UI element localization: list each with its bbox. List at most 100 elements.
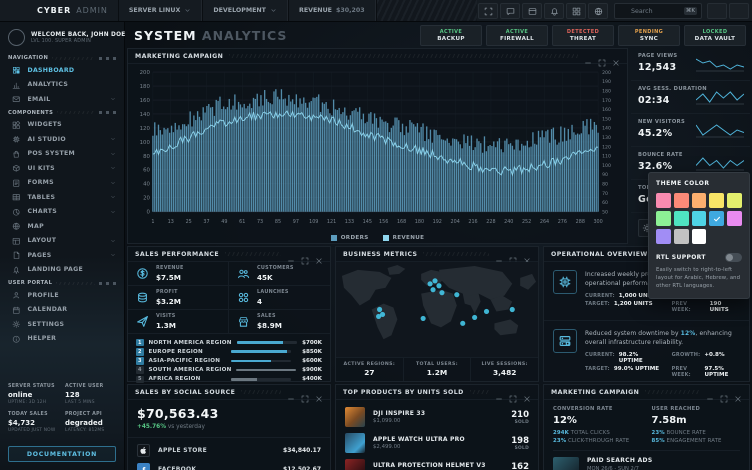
product-row-dji-inspire-33[interactable]: DJI INSPIRE 33$1,099.00210SOLD bbox=[345, 404, 529, 430]
section-divider bbox=[52, 57, 95, 60]
theme-swatch-6[interactable] bbox=[656, 211, 671, 226]
sp-stat-meta: LAUNCHES4 bbox=[257, 289, 289, 306]
region-row-asia-pacific-region[interactable]: 3ASIA-PACIFIC REGION$600K bbox=[136, 356, 322, 365]
sidebar-item-widgets[interactable]: WIDGETS bbox=[0, 118, 124, 133]
region-rank: 1 bbox=[136, 339, 144, 347]
documentation-button[interactable]: DOCUMENTATION bbox=[8, 446, 116, 462]
topbar-tab-development[interactable]: DEVELOPMENT bbox=[202, 0, 288, 21]
conversion-block: CONVERSION RATE 12% 294K TOTAL CLICKS 23… bbox=[553, 406, 642, 444]
sidebar-item-calendar[interactable]: CALENDAR bbox=[0, 303, 124, 318]
theme-swatch-10[interactable] bbox=[727, 211, 742, 226]
globe-button[interactable] bbox=[588, 3, 608, 19]
region-row-africa-region[interactable]: 5AFRICA REGION$400K bbox=[136, 375, 322, 384]
search-input[interactable]: Search ⌘K bbox=[614, 3, 702, 19]
expand-button[interactable] bbox=[720, 388, 728, 396]
region-row-south-america-region[interactable]: 4SOUTH AMERICA REGION$900K bbox=[136, 366, 322, 375]
badge-label: SYNC bbox=[640, 36, 658, 42]
social-row-apple-store[interactable]: APPLE STORE$34,840.17 bbox=[137, 441, 321, 460]
region-row-north-america-region[interactable]: 1NORTH AMERICA REGION$700K bbox=[136, 338, 322, 347]
legend-swatch bbox=[331, 235, 337, 241]
sidebar-item-email[interactable]: EMAIL bbox=[0, 92, 124, 107]
sidebar-item-ui-kits[interactable]: UI KITS bbox=[0, 161, 124, 176]
settings-button[interactable] bbox=[729, 3, 749, 19]
sidebar-item-settings[interactable]: SETTINGS bbox=[0, 317, 124, 332]
menu-icon[interactable] bbox=[0, 0, 18, 21]
minimize-button[interactable] bbox=[287, 388, 295, 396]
user-card[interactable]: WELCOME BACK, JOHN DOE LVL 100. SUPER AD… bbox=[0, 22, 124, 52]
region-name: SOUTH AMERICA REGION bbox=[149, 367, 232, 373]
window-button[interactable] bbox=[522, 3, 542, 19]
expand-button[interactable] bbox=[301, 388, 309, 396]
ops-stat-value: 99.0% UPTIME bbox=[614, 366, 659, 372]
campaign-row[interactable]: PAID SEARCH ADS MON 26/6 - SUN 2/7 bbox=[553, 450, 740, 470]
sidebar-item-layout[interactable]: LAYOUT bbox=[0, 234, 124, 249]
theme-swatch-4[interactable] bbox=[709, 193, 724, 208]
bell-button[interactable] bbox=[544, 3, 564, 19]
status-badge-threat[interactable]: DETECTEDTHREAT bbox=[552, 25, 614, 46]
status-badge-firewall[interactable]: ACTIVEFIREWALL bbox=[486, 25, 548, 46]
theme-swatch-11[interactable] bbox=[656, 229, 671, 244]
panel-header-texture bbox=[645, 390, 700, 394]
region-value: $850K bbox=[296, 349, 322, 355]
sidebar-item-forms[interactable]: FORMS bbox=[0, 176, 124, 191]
sidebar-item-profile[interactable]: PROFILE bbox=[0, 288, 124, 303]
sidebar-item-label: POS SYSTEM bbox=[28, 150, 104, 157]
chat-button[interactable] bbox=[500, 3, 520, 19]
sidebar-item-pos-system[interactable]: POS SYSTEM bbox=[0, 147, 124, 162]
bm-stat-value: 3,482 bbox=[493, 368, 516, 377]
minimize-button[interactable] bbox=[495, 250, 503, 258]
business-metrics-title: BUSINESS METRICS bbox=[336, 247, 538, 262]
sidebar-item-landing-page[interactable]: LANDING PAGE bbox=[0, 263, 124, 278]
theme-swatch-13[interactable] bbox=[692, 229, 707, 244]
rtl-toggle[interactable] bbox=[725, 253, 742, 262]
theme-swatch-5[interactable] bbox=[727, 193, 742, 208]
theme-swatch-2[interactable] bbox=[674, 193, 689, 208]
sidebar-item-ai-studio[interactable]: AI STUDIO bbox=[0, 132, 124, 147]
svg-text:140: 140 bbox=[602, 126, 611, 132]
product-row-ultra-protection-helmet-v3[interactable]: ULTRA PROTECTION HELMET V3$2,499.00162SO… bbox=[345, 456, 529, 470]
expand-button[interactable] bbox=[301, 250, 309, 258]
theme-swatch-9[interactable] bbox=[709, 211, 724, 226]
user-button[interactable] bbox=[707, 3, 727, 19]
minimize-button[interactable] bbox=[495, 388, 503, 396]
business-metrics-panel: BUSINESS METRICS ACTIVE REGIONS:27TOTAL … bbox=[335, 246, 539, 382]
close-button[interactable] bbox=[315, 388, 323, 396]
sidebar-item-analytics[interactable]: ANALYTICS bbox=[0, 78, 124, 93]
sidebar-item-tables[interactable]: TABLES bbox=[0, 190, 124, 205]
sidebar-item-helper[interactable]: HELPER bbox=[0, 332, 124, 347]
status-badge-backup[interactable]: ACTIVEBACKUP bbox=[420, 25, 482, 46]
theme-swatch-1[interactable] bbox=[656, 193, 671, 208]
sidebar-item-pages[interactable]: PAGES bbox=[0, 248, 124, 263]
minimize-button[interactable] bbox=[584, 52, 592, 60]
social-row-facebook[interactable]: fFACEBOOK$12,502.67 bbox=[137, 460, 321, 470]
region-row-europe-region[interactable]: 2EUROPE REGION$850K bbox=[136, 347, 322, 356]
expand-button[interactable] bbox=[509, 250, 517, 258]
status-badge-sync[interactable]: PENDINGSYNC bbox=[618, 25, 680, 46]
apps-button[interactable] bbox=[566, 3, 586, 19]
close-button[interactable] bbox=[734, 388, 742, 396]
product-row-apple-watch-ultra-pro[interactable]: APPLE WATCH ULTRA PRO$2,499.00198SOLD bbox=[345, 430, 529, 456]
product-sold: 198SOLD bbox=[511, 436, 529, 451]
theme-swatch-8[interactable] bbox=[692, 211, 707, 226]
topbar-tab-revenue[interactable]: REVENUE$30,203 bbox=[288, 0, 376, 21]
theme-swatch-12[interactable] bbox=[674, 229, 689, 244]
close-button[interactable] bbox=[612, 52, 620, 60]
close-button[interactable] bbox=[523, 250, 531, 258]
footer-stat-label: SERVER STATUS bbox=[8, 384, 59, 389]
sidebar-item-map[interactable]: MAP bbox=[0, 219, 124, 234]
expand-button[interactable] bbox=[509, 388, 517, 396]
expand-button[interactable] bbox=[598, 52, 606, 60]
minimize-button[interactable] bbox=[287, 250, 295, 258]
topbar-tab-server-linux[interactable]: SERVER LINUX bbox=[118, 0, 203, 21]
theme-swatch-7[interactable] bbox=[674, 211, 689, 226]
fullscreen-button[interactable] bbox=[478, 3, 498, 19]
sidebar-item-charts[interactable]: CHARTS bbox=[0, 205, 124, 220]
close-button[interactable] bbox=[315, 250, 323, 258]
customers-icon bbox=[237, 267, 250, 280]
theme-swatch-3[interactable] bbox=[692, 193, 707, 208]
sidebar-item-dashboard[interactable]: DASHBOARD bbox=[0, 63, 124, 78]
sidebar-item-label: UI KITS bbox=[28, 165, 104, 172]
close-button[interactable] bbox=[523, 388, 531, 396]
status-badge-data-vault[interactable]: LOCKEDDATA VAULT bbox=[684, 25, 746, 46]
minimize-button[interactable] bbox=[706, 388, 714, 396]
